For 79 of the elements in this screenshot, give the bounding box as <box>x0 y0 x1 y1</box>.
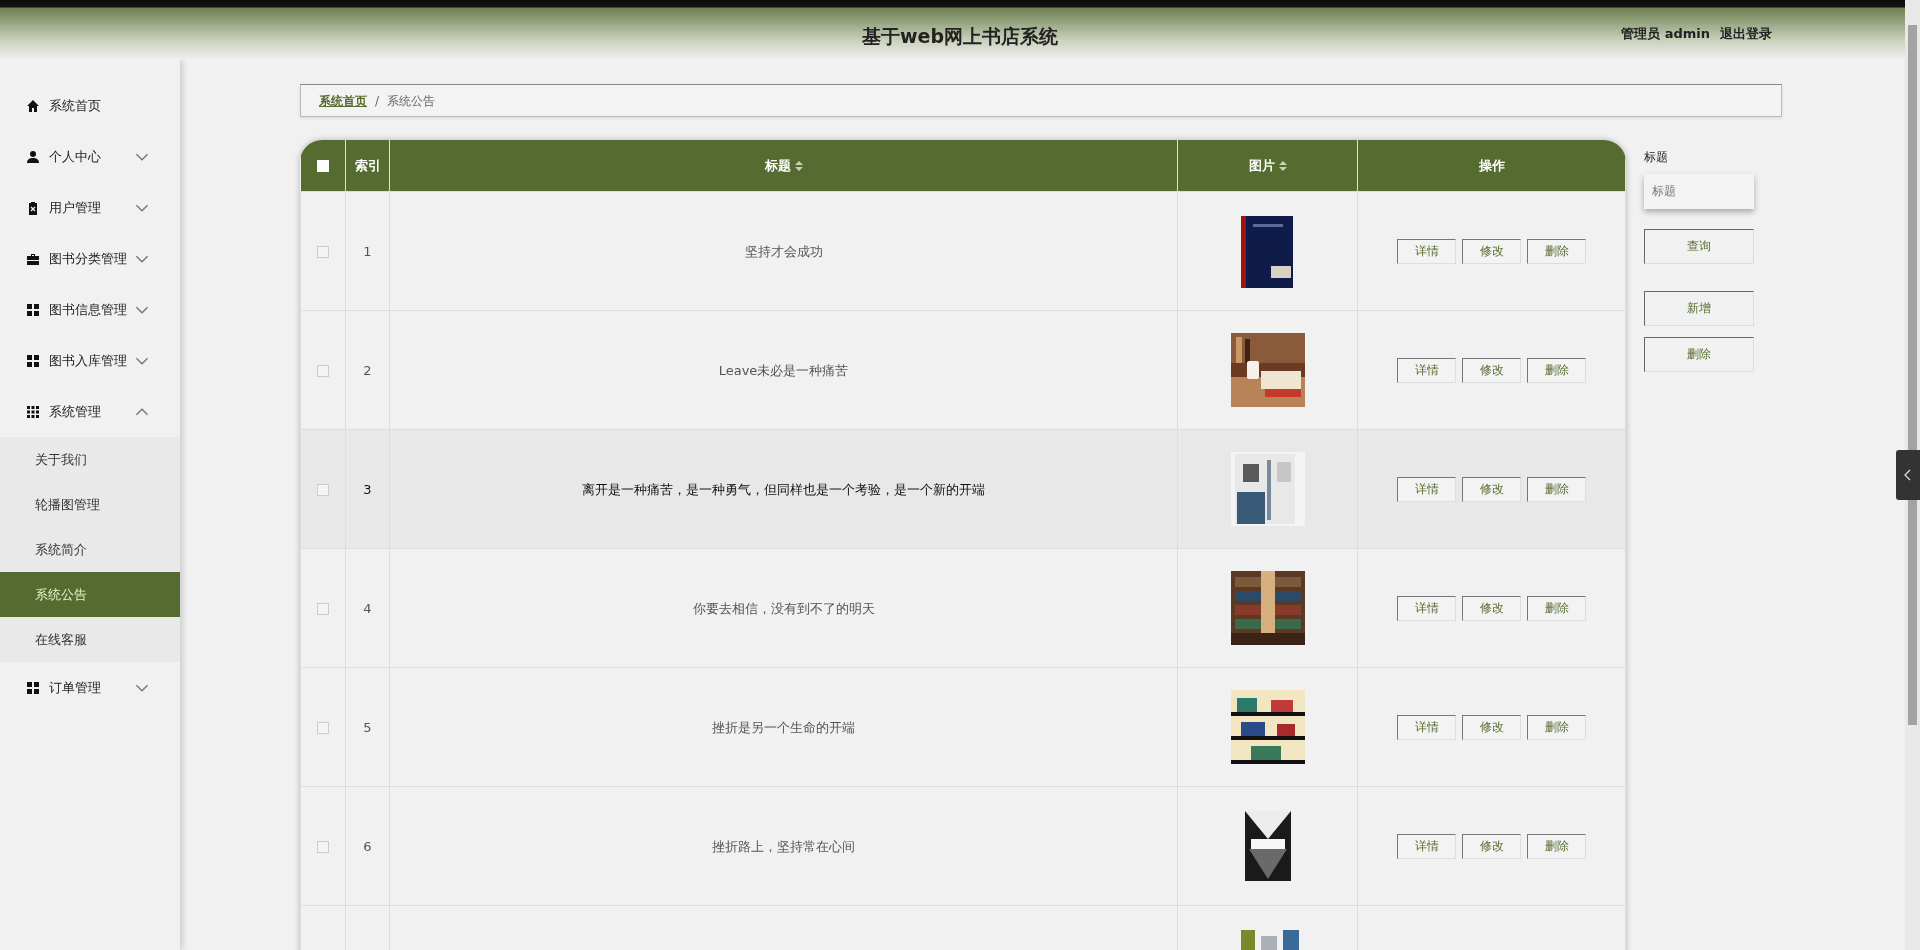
edit-button[interactable]: 修改 <box>1462 833 1521 859</box>
title-cell: 坚持才会成功 <box>744 243 823 259</box>
delete-button[interactable]: 删除 <box>1527 714 1586 740</box>
submenu-item[interactable]: 系统公告 <box>0 572 180 617</box>
user-icon <box>26 149 40 164</box>
delete-button[interactable]: 删除 <box>1527 833 1586 859</box>
collapse-tab[interactable] <box>1896 450 1920 500</box>
breadcrumb-separator: / <box>375 92 380 110</box>
row-checkbox[interactable] <box>317 246 329 258</box>
search-button[interactable]: 查询 <box>1644 228 1754 264</box>
title-cell: 挫折路上，坚持常在心间 <box>712 838 855 854</box>
grid-icon <box>26 680 40 695</box>
sidebar-item[interactable]: 系统首页 <box>0 80 180 131</box>
sidebar-item[interactable]: 图书入库管理 <box>0 335 180 386</box>
index-cell: 3 <box>363 481 372 497</box>
delete-button[interactable]: 删除 <box>1527 595 1586 621</box>
scrollbar-thumb[interactable] <box>1908 25 1917 725</box>
sidebar-item[interactable]: 图书分类管理 <box>0 233 180 284</box>
detail-button[interactable]: 详情 <box>1397 357 1456 383</box>
select-all-checkbox[interactable] <box>316 160 329 173</box>
edit-button[interactable]: 修改 <box>1462 595 1521 621</box>
search-label: 标题 <box>1644 148 1669 166</box>
title-cell: 你要去相信，没有到不了的明天 <box>692 600 875 616</box>
column-header: 操作 <box>1478 157 1505 173</box>
index-cell: 2 <box>363 362 372 378</box>
clipboard-icon <box>26 200 40 215</box>
edit-button[interactable]: 修改 <box>1462 238 1521 264</box>
home-icon <box>26 98 40 113</box>
column-header: 图片 <box>1248 157 1275 173</box>
submenu-item[interactable]: 轮播图管理 <box>0 482 180 527</box>
detail-button[interactable]: 详情 <box>1397 476 1456 502</box>
edit-button[interactable]: 修改 <box>1462 714 1521 740</box>
row-checkbox[interactable] <box>317 365 329 377</box>
edit-button[interactable]: 修改 <box>1462 357 1521 383</box>
detail-button[interactable]: 详情 <box>1397 238 1456 264</box>
briefcase-icon <box>26 251 40 266</box>
row-checkbox[interactable] <box>317 603 329 615</box>
title-cell: Leave未必是一种痛苦 <box>718 362 849 378</box>
breadcrumb-current: 系统公告 <box>387 92 436 110</box>
sidebar-item[interactable]: 用户管理 <box>0 182 180 233</box>
system-title: 基于web网上书店系统 <box>861 25 1058 47</box>
delete-button[interactable]: 删除 <box>1527 476 1586 502</box>
sidebar-item[interactable]: 图书信息管理 <box>0 284 180 335</box>
search-field[interactable]: 标题 <box>1644 173 1754 209</box>
column-header: 标题 <box>764 157 791 173</box>
logout-link[interactable]: 退出登录 <box>1720 24 1772 44</box>
apps-icon <box>26 404 40 419</box>
submenu-item[interactable]: 关于我们 <box>0 437 180 482</box>
delete-button[interactable]: 删除 <box>1527 357 1586 383</box>
edit-button[interactable]: 修改 <box>1462 476 1521 502</box>
scrollbar[interactable] <box>1905 0 1920 950</box>
sidebar-item[interactable]: 订单管理 <box>0 662 180 713</box>
grid-icon <box>26 302 40 317</box>
delete-button[interactable]: 删除 <box>1527 238 1586 264</box>
title-cell: 挫折是另一个生命的开端 <box>712 719 855 735</box>
sort-icon[interactable] <box>794 161 803 172</box>
chevron-left-icon <box>1904 469 1912 481</box>
column-header: 索引 <box>354 157 381 173</box>
detail-button[interactable]: 详情 <box>1397 595 1456 621</box>
add-button[interactable]: 新增 <box>1644 290 1754 326</box>
detail-button[interactable]: 详情 <box>1397 714 1456 740</box>
admin-label: 管理员 admin <box>1621 25 1710 44</box>
detail-button[interactable]: 详情 <box>1397 833 1456 859</box>
sidebar-item[interactable]: 系统管理 <box>0 386 180 437</box>
row-checkbox[interactable] <box>317 722 329 734</box>
delete-button[interactable]: 删除 <box>1644 336 1754 372</box>
row-checkbox[interactable] <box>317 841 329 853</box>
index-cell: 6 <box>363 838 372 854</box>
index-cell: 4 <box>363 600 372 616</box>
row-checkbox[interactable] <box>317 484 329 496</box>
title-cell: 离开是一种痛苦，是一种勇气，但同样也是一个考验，是一个新的开端 <box>582 481 985 497</box>
index-cell: 5 <box>363 719 372 735</box>
index-cell: 1 <box>363 243 372 259</box>
breadcrumb-link[interactable]: 系统首页 <box>319 91 367 110</box>
submenu-item[interactable]: 在线客服 <box>0 617 180 662</box>
sort-icon[interactable] <box>1278 161 1287 172</box>
grid-icon <box>26 353 40 368</box>
submenu-item[interactable]: 系统简介 <box>0 527 180 572</box>
sidebar-item[interactable]: 个人中心 <box>0 131 180 182</box>
